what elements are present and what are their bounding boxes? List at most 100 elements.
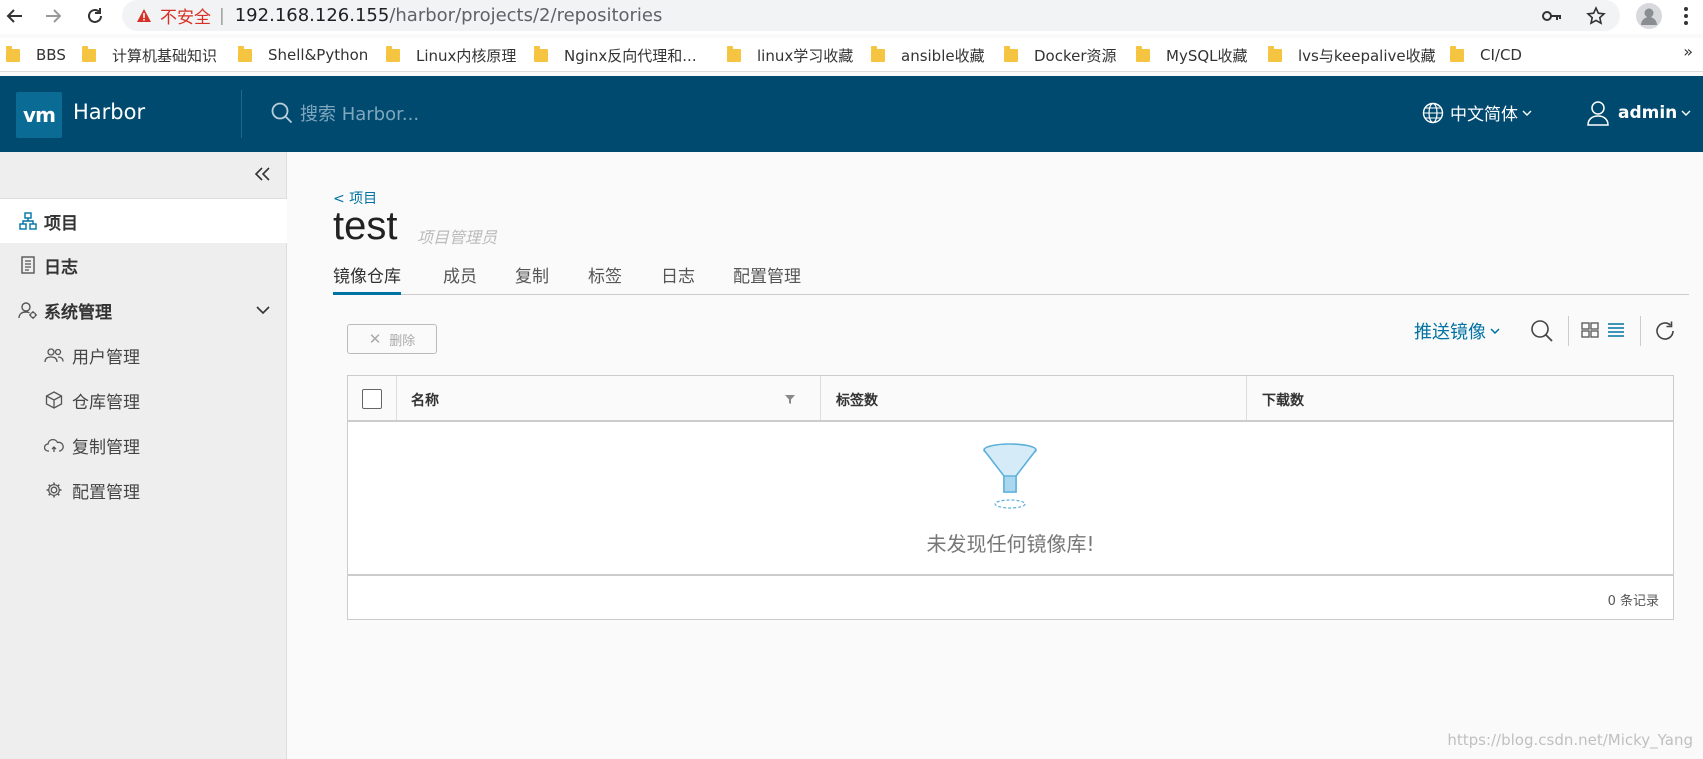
sidebar-item-admin[interactable]: 系统管理 — [0, 288, 287, 332]
column-header-name[interactable]: 名称 — [411, 390, 439, 410]
chevron-down-icon — [256, 306, 270, 314]
forward-button[interactable] — [40, 3, 66, 29]
column-header-tags[interactable]: 标签数 — [836, 390, 878, 410]
bookmark-label: BBS — [36, 46, 66, 64]
tab-labels[interactable]: 标签 — [588, 258, 622, 295]
box-icon — [44, 391, 64, 409]
insecure-label: 不安全 — [160, 8, 211, 28]
browser-menu-icon[interactable] — [1672, 2, 1700, 30]
tab-members[interactable]: 成员 — [443, 258, 477, 295]
project-role-label: 项目管理员 — [417, 228, 498, 247]
url-path: /harbor/projects/2/repositories — [389, 5, 663, 26]
profile-avatar-icon[interactable] — [1635, 2, 1663, 30]
column-divider — [396, 376, 397, 420]
tab-repositories[interactable]: 镜像仓库 — [333, 258, 401, 295]
toolbar-divider — [1568, 316, 1569, 346]
toolbar-divider — [1640, 316, 1641, 346]
tab-logs[interactable]: 日志 — [661, 258, 695, 295]
project-tabs: 镜像仓库 成员 复制 标签 日志 配置管理 — [333, 258, 1689, 295]
sidebar-item-registries[interactable]: 仓库管理 — [44, 385, 140, 415]
double-chevron-left-icon — [254, 167, 270, 181]
delete-label: 删除 — [389, 333, 416, 349]
bookmark-label: 计算机基础知识 — [112, 46, 218, 65]
bookmark-item[interactable]: Linux内核原理 — [386, 44, 516, 66]
url-text: 192.168.126.155/harbor/projects/2/reposi… — [235, 5, 663, 26]
refresh-icon[interactable] — [1654, 320, 1676, 342]
bookmark-item[interactable]: CI/CD — [1450, 44, 1522, 66]
card-view-icon[interactable] — [1581, 322, 1599, 338]
filter-icon[interactable] — [784, 394, 796, 405]
language-label: 中文简体 — [1450, 105, 1518, 125]
sidebar: 项目 日志 系统管理 用户管理 仓库管理 复制管理 配置管理 — [0, 152, 287, 759]
folder-icon — [82, 45, 96, 62]
app-header: vm Harbor 中文简体 admin — [0, 76, 1703, 152]
browser-toolbar: 不安全 | 192.168.126.155/harbor/projects/2/… — [0, 0, 1703, 34]
sidebar-item-label: 仓库管理 — [72, 392, 140, 413]
app-brand[interactable]: Harbor — [73, 100, 145, 124]
user-menu[interactable]: admin — [1586, 100, 1691, 126]
column-divider — [1246, 376, 1247, 420]
folder-icon — [238, 45, 252, 62]
bookmark-item[interactable]: linux学习收藏 — [727, 44, 853, 66]
column-header-pulls[interactable]: 下载数 — [1262, 390, 1304, 410]
sidebar-item-projects[interactable]: 项目 — [0, 199, 287, 243]
address-separator: | — [219, 5, 225, 26]
sidebar-item-label: 项目 — [44, 213, 78, 234]
sidebar-item-label: 复制管理 — [72, 437, 140, 458]
warning-icon — [136, 8, 152, 23]
arrow-right-icon — [46, 9, 62, 23]
collapse-sidebar-button[interactable] — [254, 166, 272, 182]
global-search-input[interactable] — [300, 101, 620, 127]
bookmark-item[interactable]: MySQL收藏 — [1136, 44, 1248, 66]
empty-state: 未发现任何镜像库! — [348, 422, 1673, 572]
admin-icon — [17, 301, 39, 319]
search-icon[interactable] — [1530, 319, 1554, 343]
table-footer: 0 条记录 — [348, 574, 1673, 619]
sidebar-item-configuration[interactable]: 配置管理 — [44, 475, 140, 505]
tab-replication[interactable]: 复制 — [515, 258, 549, 295]
delete-button[interactable]: ✕ 删除 — [347, 324, 437, 354]
bookmark-item[interactable]: Docker资源 — [1004, 44, 1117, 66]
vmware-logo[interactable]: vm — [16, 92, 62, 138]
bookmark-item[interactable]: Shell&Python — [238, 44, 368, 66]
language-selector[interactable]: 中文简体 — [1422, 100, 1532, 125]
bookmarks-more-button[interactable]: » — [1683, 42, 1693, 61]
folder-icon — [727, 45, 741, 62]
record-count: 0 条记录 — [1607, 594, 1659, 609]
folder-icon — [6, 45, 20, 62]
folder-icon — [1450, 45, 1464, 62]
select-all-checkbox[interactable] — [362, 389, 382, 409]
url-host: 192.168.126.155 — [234, 5, 390, 26]
bookmark-label: linux学习收藏 — [757, 46, 854, 65]
reload-icon — [88, 8, 102, 23]
bookmark-item[interactable]: lvs与keepalive收藏 — [1268, 44, 1436, 66]
chevron-down-icon — [1681, 110, 1691, 116]
funnel-icon — [982, 442, 1038, 512]
sidebar-item-label: 用户管理 — [72, 347, 140, 368]
bookmark-item[interactable]: BBS — [6, 44, 66, 66]
list-view-icon[interactable] — [1607, 322, 1625, 338]
bookmark-item[interactable]: ansible收藏 — [871, 44, 985, 66]
bookmark-item[interactable]: Nginx反向代理和... — [534, 44, 697, 66]
bookmark-item[interactable]: 计算机基础知识 — [82, 44, 217, 66]
tab-configuration[interactable]: 配置管理 — [733, 258, 801, 295]
address-bar[interactable]: 不安全 | 192.168.126.155/harbor/projects/2/… — [122, 0, 1620, 31]
search-icon — [271, 102, 293, 124]
star-icon[interactable] — [1584, 4, 1608, 28]
bookmark-label: Nginx反向代理和... — [564, 46, 697, 65]
sidebar-item-replications[interactable]: 复制管理 — [44, 430, 140, 460]
empty-state-message: 未发现任何镜像库! — [926, 532, 1095, 556]
push-image-button[interactable]: 推送镜像 — [1414, 318, 1500, 344]
table-header: 名称 标签数 下载数 — [348, 376, 1673, 422]
folder-icon — [534, 45, 548, 62]
reload-button[interactable] — [82, 3, 108, 29]
bookmark-label: Docker资源 — [1034, 46, 1117, 65]
sidebar-item-users[interactable]: 用户管理 — [44, 340, 140, 370]
sidebar-item-logs[interactable]: 日志 — [0, 243, 287, 287]
back-button[interactable] — [2, 3, 28, 29]
user-name: admin — [1618, 103, 1678, 123]
sidebar-item-label: 系统管理 — [44, 302, 112, 323]
key-icon[interactable] — [1540, 4, 1564, 28]
sidebar-item-label: 日志 — [44, 257, 78, 278]
bookmark-label: ansible收藏 — [901, 46, 985, 65]
